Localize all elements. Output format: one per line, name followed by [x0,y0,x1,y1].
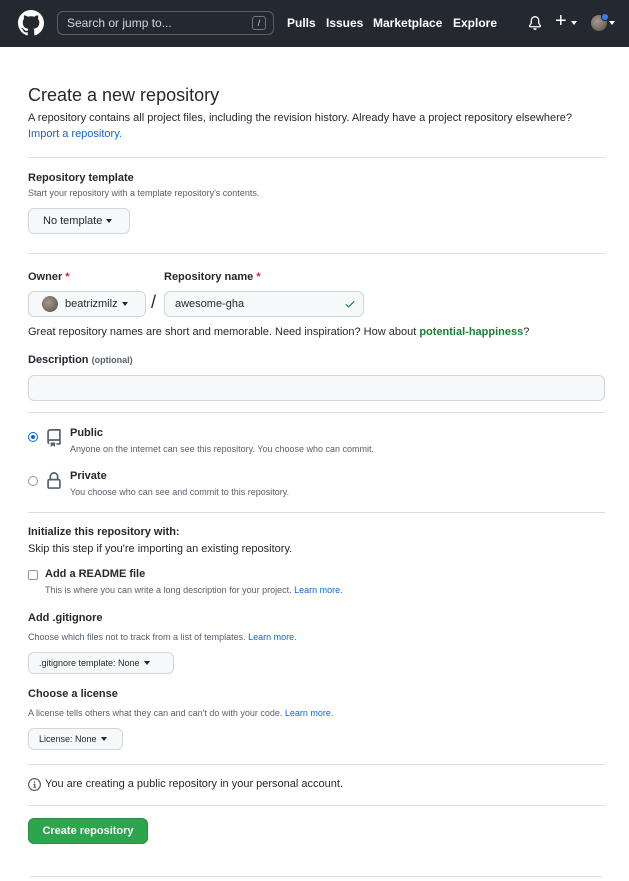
divider [30,876,602,877]
repo-name-input[interactable]: awesome-gha [164,291,364,317]
global-header: Search or jump to... / Pulls Issues Mark… [0,0,629,47]
search-placeholder: Search or jump to... [67,16,172,30]
page-title: Create a new repository [28,85,220,105]
private-radio[interactable] [28,476,38,486]
repo-name-hint-end: ? [523,326,530,338]
intro-text: A repository contains all project files,… [28,112,572,124]
chevron-down-icon [106,219,113,223]
license-select-label: License: None [39,734,97,744]
user-menu-chevron-down-icon[interactable] [609,21,615,25]
template-select-label: No template [43,215,103,227]
repo-name-label-text: Repository name [164,271,254,283]
owner-label: Owner * [28,271,70,283]
repo-name-required-mark: * [256,271,261,283]
create-repository-button[interactable]: Create repository [28,818,148,844]
gitignore-select-label: .gitignore template: None [39,658,140,668]
license-label: Choose a license [28,688,118,700]
initialize-heading: Initialize this repository with: [28,526,180,538]
chevron-down-icon [121,302,128,306]
license-note-text: A license tells others what they can and… [28,708,283,718]
description-optional: (optional) [91,355,133,365]
search-shortcut-key: / [252,16,266,30]
description-label: Description (optional) [28,354,133,366]
readme-checkbox[interactable] [28,570,38,580]
gitignore-select-button[interactable]: .gitignore template: None [28,652,174,674]
import-repository-link[interactable]: Import a repository. [28,128,122,140]
template-note: Start your repository with a template re… [28,188,260,198]
license-learn-more-link[interactable]: Learn more. [285,708,334,718]
chevron-down-icon [100,737,107,741]
lock-icon [47,472,61,489]
nav-issues[interactable]: Issues [326,16,363,30]
divider [28,805,605,806]
create-new-chevron-down-icon[interactable] [571,21,577,25]
create-new-icon[interactable]: + [555,11,567,31]
repo-name-hint-text: Great repository names are short and mem… [28,326,417,338]
repo-icon [47,429,61,447]
repo-name-label: Repository name * [164,271,261,283]
license-select-button[interactable]: License: None [28,728,123,750]
divider [28,157,605,158]
repo-name-hint: Great repository names are short and mem… [28,326,529,338]
page-intro: A repository contains all project files,… [28,110,588,142]
divider [28,512,605,513]
template-select-button[interactable]: No template [28,208,130,234]
github-logo-icon[interactable] [18,10,44,36]
owner-value: beatrizmilz [65,298,118,310]
nav-explore[interactable]: Explore [453,16,497,30]
gitignore-label: Add .gitignore [28,612,103,624]
initialize-note: Skip this step if you're importing an ex… [28,543,293,555]
divider [28,412,605,413]
divider [28,764,605,765]
description-input[interactable] [28,375,605,401]
info-icon [28,778,41,791]
readme-note-text: This is where you can write a long descr… [45,585,292,595]
readme-note: This is where you can write a long descr… [45,585,343,595]
gitignore-note: Choose which files not to track from a l… [28,632,297,642]
readme-learn-more-link[interactable]: Learn more. [294,585,343,595]
check-icon [345,301,355,308]
description-label-text: Description [28,354,89,366]
info-text: You are creating a public repository in … [45,778,343,790]
license-note: A license tells others what they can and… [28,708,333,718]
owner-required-mark: * [65,271,70,283]
public-title: Public [70,427,104,439]
owner-avatar [42,296,58,312]
nav-pulls[interactable]: Pulls [287,16,316,30]
private-title: Private [70,470,107,482]
bell-icon[interactable] [528,15,542,31]
owner-repo-separator: / [151,292,157,312]
repo-name-value: awesome-gha [175,298,245,310]
gitignore-learn-more-link[interactable]: Learn more. [248,632,297,642]
public-note: Anyone on the internet can see this repo… [70,444,375,454]
owner-select-button[interactable]: beatrizmilz [28,291,146,317]
chevron-down-icon [143,661,150,665]
gitignore-note-text: Choose which files not to track from a l… [28,632,246,642]
notification-indicator-icon [601,13,609,21]
owner-label-text: Owner [28,271,63,283]
private-note: You choose who can see and commit to thi… [70,487,290,497]
template-label: Repository template [28,172,134,184]
search-input[interactable]: Search or jump to... / [57,11,274,35]
public-radio[interactable] [28,432,38,442]
divider [28,253,605,254]
readme-label: Add a README file [45,568,146,580]
name-suggestion-link[interactable]: potential-happiness [419,326,523,338]
nav-marketplace[interactable]: Marketplace [373,16,442,30]
